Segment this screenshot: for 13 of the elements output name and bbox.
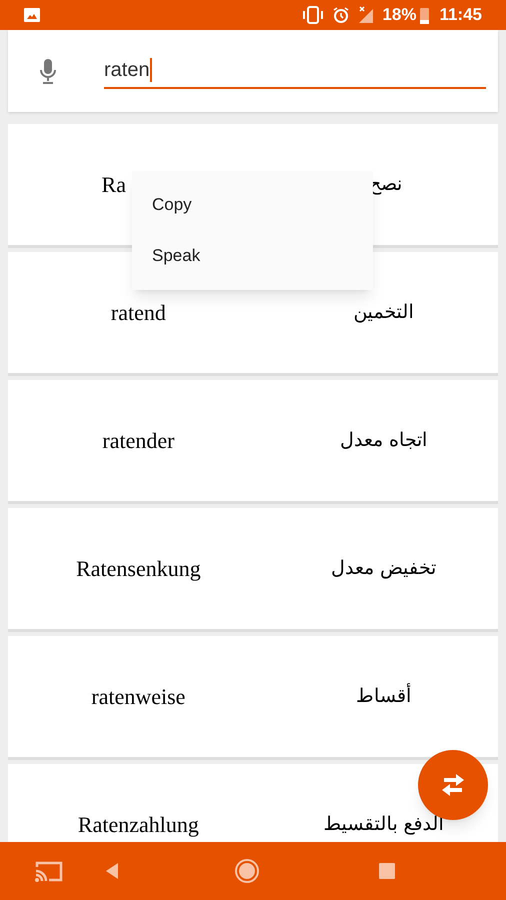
german-word: Ratenzahlung [76, 811, 200, 839]
arabic-translation: تخفيض معدل [330, 556, 437, 582]
clock: 11:45 [439, 4, 482, 26]
arabic-translation: اتجاه معدل [338, 428, 428, 454]
german-word: ratenweise [90, 683, 186, 711]
german-word: ratender [101, 427, 176, 455]
german-word: ratend [110, 299, 167, 327]
battery-percentage: 18% [382, 4, 416, 26]
arabic-translation: الدفع بالتقسيط [322, 812, 444, 838]
german-word: Ratensenkung [75, 555, 202, 583]
arabic-translation: التخمين [352, 300, 414, 326]
german-word: Ra [102, 171, 126, 199]
arabic-translation: أقساط [354, 682, 412, 710]
